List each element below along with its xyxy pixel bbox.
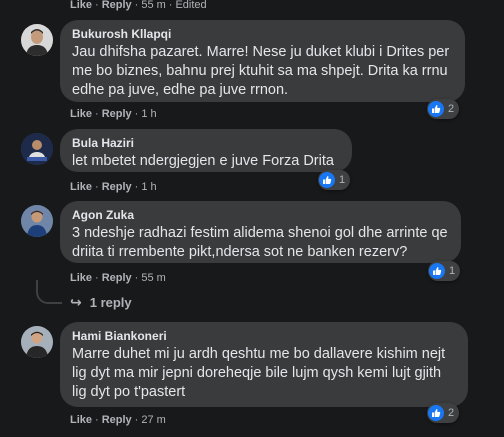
- thumbs-up-icon: [429, 263, 445, 279]
- comment-bubble: Agon Zuka 3 ndeshje radhazi festim alide…: [60, 201, 461, 263]
- reaction-count: 2: [448, 103, 455, 115]
- thumbs-up-icon: [319, 172, 335, 188]
- replies-count-label: 1 reply: [89, 295, 132, 310]
- reply-link[interactable]: Reply: [102, 272, 132, 284]
- comment-author[interactable]: Bukurosh Kllapqi: [72, 27, 453, 41]
- comment-actions: Like · Reply · 27 m: [70, 414, 166, 426]
- reply-link[interactable]: Reply: [102, 108, 132, 120]
- timestamp[interactable]: 27 m: [141, 414, 165, 426]
- like-link[interactable]: Like: [70, 272, 92, 284]
- edited-label: Edited: [175, 0, 207, 11]
- avatar-image: [21, 133, 53, 165]
- comment-actions: Like · Reply · 1 h: [70, 108, 157, 120]
- like-link[interactable]: Like: [70, 108, 92, 120]
- reaction-badge[interactable]: 1: [428, 261, 461, 281]
- thread-connector: [36, 280, 62, 304]
- reply-link[interactable]: Reply: [102, 414, 132, 426]
- avatar-image: [21, 326, 53, 358]
- comment-author[interactable]: Bula Haziri: [72, 136, 340, 150]
- like-link[interactable]: Like: [70, 181, 92, 193]
- like-link[interactable]: Like: [70, 414, 92, 426]
- comment-text: 3 ndeshje radhazi festim alidema shenoi …: [72, 225, 448, 260]
- comment-bubble: Hami Biankoneri Marre duhet mi ju ardh q…: [60, 322, 468, 407]
- reply-link[interactable]: Reply: [102, 181, 132, 193]
- comment-text: let mbetet ndergjegjen e juve Forza Drit…: [72, 153, 334, 169]
- reaction-count: 1: [339, 174, 346, 186]
- view-replies-link[interactable]: ↪ 1 reply: [70, 294, 132, 311]
- avatar-image: [21, 205, 53, 237]
- avatar[interactable]: [21, 205, 53, 237]
- comment-text: Marre duhet mi ju ardh qeshtu me bo dall…: [72, 346, 446, 400]
- reaction-count: 2: [448, 407, 455, 419]
- comment-actions: Like · Reply · 55 m: [70, 272, 166, 284]
- like-link[interactable]: Like: [70, 0, 92, 11]
- timestamp[interactable]: 1 h: [141, 108, 156, 120]
- reaction-badge[interactable]: 2: [427, 403, 460, 423]
- comment-actions: Like · Reply · 1 h: [70, 181, 157, 193]
- thumbs-up-icon: [428, 101, 444, 117]
- comment-bubble: Bula Haziri let mbetet ndergjegjen e juv…: [60, 129, 352, 172]
- avatar[interactable]: [21, 24, 53, 56]
- comment-bubble: Bukurosh Kllapqi Jau dhifsha pazaret. Ma…: [60, 20, 465, 102]
- reply-arrow-icon: ↪: [70, 294, 82, 310]
- timestamp[interactable]: 55 m: [141, 0, 165, 11]
- comment-author[interactable]: Hami Biankoneri: [72, 329, 456, 343]
- avatar[interactable]: [21, 133, 53, 165]
- reply-link[interactable]: Reply: [102, 0, 132, 11]
- comments-section: Like · Reply · 55 m · Edited Bukurosh Kllapqi …: [0, 0, 504, 437]
- comment-text: Jau dhifsha pazaret. Marre! Nese ju duke…: [72, 44, 450, 98]
- top-comment-actions: Like · Reply · 55 m · Edited: [70, 0, 207, 11]
- timestamp[interactable]: 1 h: [141, 181, 156, 193]
- reaction-count: 1: [449, 265, 456, 277]
- reaction-badge[interactable]: 1: [318, 170, 351, 190]
- avatar-image: [21, 24, 53, 56]
- timestamp[interactable]: 55 m: [141, 272, 165, 284]
- thumbs-up-icon: [428, 405, 444, 421]
- reaction-badge[interactable]: 2: [427, 99, 460, 119]
- comment-author[interactable]: Agon Zuka: [72, 208, 449, 222]
- avatar[interactable]: [21, 326, 53, 358]
